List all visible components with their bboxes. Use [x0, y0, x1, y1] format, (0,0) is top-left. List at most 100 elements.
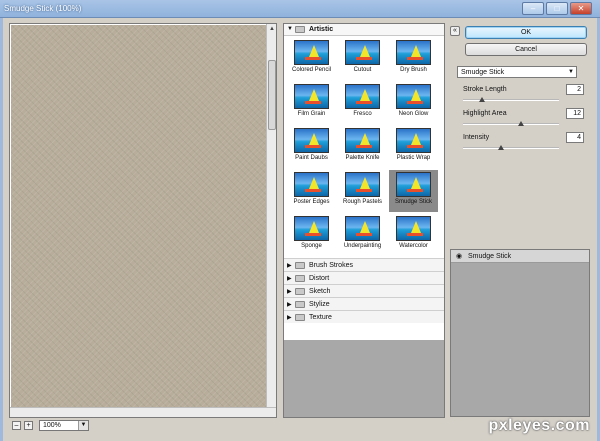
scroll-thumb[interactable] — [268, 60, 276, 130]
zoom-select[interactable]: 100% ▼ — [39, 420, 89, 431]
zoom-out-button[interactable]: – — [12, 421, 21, 430]
cancel-button[interactable]: Cancel — [465, 43, 587, 56]
filter-preview-image — [345, 84, 380, 109]
param-slider-track[interactable] — [463, 123, 559, 125]
param-value-input[interactable]: 12 — [566, 108, 584, 119]
filter-preview-image — [294, 128, 329, 153]
maximize-button[interactable]: □ — [546, 2, 568, 15]
zoom-in-button[interactable]: + — [24, 421, 33, 430]
category-stylize[interactable]: ▶ Stylize — [284, 297, 444, 310]
param-slider-knob[interactable] — [479, 97, 486, 102]
collapse-gallery-button[interactable]: « — [450, 26, 460, 36]
category-label: Sketch — [309, 288, 331, 295]
filter-preview-image — [396, 84, 431, 109]
preview-vertical-scrollbar[interactable]: ▲ — [266, 24, 276, 408]
minimize-button[interactable]: – — [522, 2, 544, 15]
filter-thumbnail-grid: Colored Pencil Cutout Dry Brush Film Grain F… — [284, 36, 444, 258]
folder-icon — [295, 314, 305, 321]
filter-preview-image — [396, 216, 431, 241]
filter-name: Colored Pencil — [291, 67, 332, 73]
chevron-down-icon: ▼ — [568, 69, 574, 75]
filter-preview-image — [294, 172, 329, 197]
category-list: ▶ Brush Strokes ▶ Distort ▶ Sketch ▶ Stylize ▶ Te… — [284, 258, 444, 323]
category-artistic[interactable]: ▼ Artistic — [284, 24, 444, 36]
filter-thumbnail[interactable]: Plastic Wrap — [389, 126, 438, 168]
category-sketch[interactable]: ▶ Sketch — [284, 284, 444, 297]
filter-preview-image — [396, 172, 431, 197]
close-button[interactable]: ✕ — [570, 2, 592, 15]
gallery-empty-area — [284, 340, 444, 417]
chevron-down-icon: ▼ — [78, 421, 88, 430]
zoom-bar: – + 100% ▼ — [9, 420, 277, 432]
param-slider-track[interactable] — [463, 147, 559, 149]
category-label: Stylize — [309, 301, 330, 308]
filter-name: Film Grain — [297, 111, 326, 117]
filter-thumbnail[interactable]: Palette Knife — [338, 126, 387, 168]
filter-name: Palette Knife — [345, 155, 380, 161]
filter-name: Rough Pastels — [342, 199, 383, 205]
filter-thumbnail[interactable]: Dry Brush — [389, 38, 438, 80]
folder-icon — [295, 288, 305, 295]
filter-thumbnail[interactable]: Sponge — [287, 214, 336, 256]
scroll-up-icon[interactable]: ▲ — [268, 25, 276, 33]
filter-gallery: ▼ Artistic Colored Pencil Cutout Dry Brush… — [283, 23, 445, 418]
filter-name: Cutout — [353, 67, 372, 73]
filter-name: Fresco — [353, 111, 372, 117]
filter-name: Watercolor — [399, 243, 428, 249]
filter-preview-image — [294, 216, 329, 241]
filter-thumbnail[interactable]: Colored Pencil — [287, 38, 336, 80]
filter-thumbnail[interactable]: Fresco — [338, 82, 387, 124]
effect-layer-name: Smudge Stick — [468, 253, 512, 260]
collapsed-triangle-icon: ▶ — [287, 315, 292, 321]
filter-preview-image — [294, 84, 329, 109]
filter-name: Neon Glow — [398, 111, 429, 117]
filter-thumbnail[interactable]: Underpainting — [338, 214, 387, 256]
category-label: Brush Strokes — [309, 262, 353, 269]
filter-name: Sponge — [301, 243, 322, 249]
collapsed-triangle-icon: ▶ — [287, 263, 292, 269]
filter-thumbnail[interactable]: Paint Daubs — [287, 126, 336, 168]
category-texture[interactable]: ▶ Texture — [284, 310, 444, 323]
filter-preview-image — [345, 216, 380, 241]
preview-pane: ▲ — [9, 23, 277, 418]
filter-thumbnail[interactable]: Neon Glow — [389, 82, 438, 124]
param-value-input[interactable]: 4 — [566, 132, 584, 143]
category-label: Distort — [309, 275, 330, 282]
collapsed-triangle-icon: ▶ — [287, 302, 292, 308]
filter-name: Dry Brush — [400, 67, 427, 73]
folder-icon — [295, 26, 305, 33]
preview-horizontal-scrollbar[interactable] — [10, 407, 276, 417]
filter-thumbnail[interactable]: Rough Pastels — [338, 170, 387, 212]
filter-thumbnail[interactable]: Cutout — [338, 38, 387, 80]
filter-thumbnail[interactable]: Poster Edges — [287, 170, 336, 212]
filter-preview-image — [396, 128, 431, 153]
filter-select-value: Smudge Stick — [461, 69, 505, 76]
filter-name: Poster Edges — [293, 199, 330, 205]
param-slider-track[interactable] — [463, 99, 559, 101]
filter-select[interactable]: Smudge Stick ▼ — [457, 66, 577, 78]
filter-thumbnail[interactable]: Smudge Stick — [389, 170, 438, 212]
folder-icon — [295, 275, 305, 282]
ok-button[interactable]: OK — [465, 26, 587, 39]
filter-preview-image — [345, 40, 380, 65]
category-distort[interactable]: ▶ Distort — [284, 271, 444, 284]
filter-name: Plastic Wrap — [396, 155, 431, 161]
category-brush-strokes[interactable]: ▶ Brush Strokes — [284, 258, 444, 271]
param-slider-knob[interactable] — [517, 121, 524, 126]
param-label: Highlight Area — [463, 110, 507, 117]
filter-name: Paint Daubs — [295, 155, 328, 161]
param-value-input[interactable]: 2 — [566, 84, 584, 95]
filter-settings-panel: Smudge Stick ▼ Stroke Length 2 Highlight A… — [450, 60, 590, 230]
expanded-triangle-icon: ▼ — [287, 26, 293, 32]
filter-thumbnail[interactable]: Watercolor — [389, 214, 438, 256]
eye-icon[interactable]: ◉ — [454, 253, 464, 260]
filter-thumbnail[interactable]: Film Grain — [287, 82, 336, 124]
param-slider-knob[interactable] — [498, 145, 505, 150]
filter-preview-image — [396, 40, 431, 65]
effect-layer-row[interactable]: ◉ Smudge Stick — [451, 250, 589, 263]
folder-icon — [295, 301, 305, 308]
category-label: Artistic — [309, 26, 334, 33]
zoom-value: 100% — [43, 422, 61, 429]
preview-canvas[interactable] — [11, 25, 267, 407]
folder-icon — [295, 262, 305, 269]
